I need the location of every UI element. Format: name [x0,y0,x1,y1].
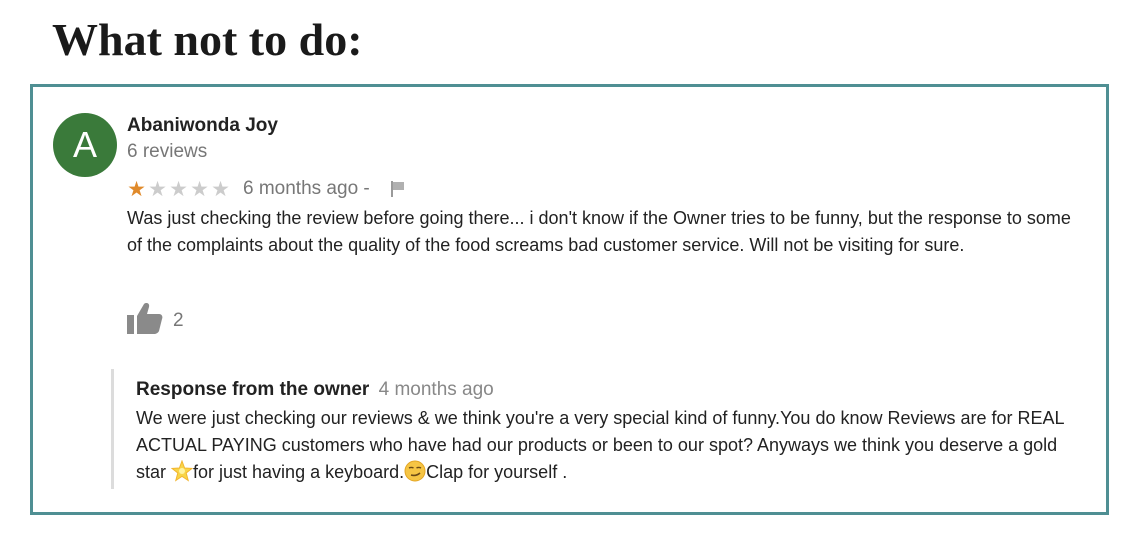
like-button[interactable]: 2 [127,302,184,339]
star-empty-icon: ★ [211,177,230,201]
star-rating: ★ ★ ★ ★ ★ [126,179,231,200]
flag-icon[interactable] [390,180,406,198]
response-text-part3: Clap for yourself . [426,462,568,482]
reviewer-name[interactable]: Abaniwonda Joy [127,115,278,137]
review-date: 6 months ago - [243,178,370,199]
response-text-part2: for just having a keyboard. [193,462,405,482]
like-count: 2 [173,309,184,331]
response-header: Response from the owner 4 months ago [136,379,494,401]
review-meta: ★ ★ ★ ★ ★ 6 months ago - [126,177,406,201]
response-date: 4 months ago [378,379,494,400]
star-empty-icon: ★ [148,177,167,201]
reviewer-avatar[interactable]: A [53,113,117,177]
star-empty-icon: ★ [190,177,209,201]
star-empty-icon: ★ [169,177,188,201]
page-headline: What not to do: [52,14,363,65]
response-title: Response from the owner [136,379,370,400]
smirking-face-emoji-icon [404,460,426,490]
reviewer-review-count[interactable]: 6 reviews [127,141,207,163]
review-card: A Abaniwonda Joy 6 reviews ★ ★ ★ ★ ★ 6 month… [30,84,1109,515]
review-text: Was just checking the review before goin… [127,208,1071,255]
glowing-star-emoji-icon [170,459,194,490]
owner-response: Response from the owner 4 months ago We … [111,369,1091,489]
star-filled-icon: ★ [127,177,146,201]
avatar-letter: A [72,124,97,165]
response-text: We were just checking our reviews & we t… [136,405,1086,490]
thumbs-up-icon [127,302,163,339]
